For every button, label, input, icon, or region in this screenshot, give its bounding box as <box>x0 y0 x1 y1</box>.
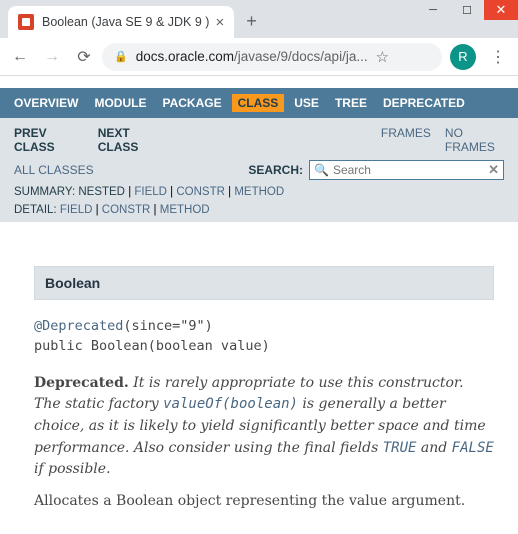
nav-class[interactable]: CLASS <box>232 94 285 112</box>
window-maximize-button[interactable]: ☐ <box>450 0 484 20</box>
method-signature: @Deprecated(since="9") public Boolean(bo… <box>34 316 494 357</box>
tab-title: Boolean (Java SE 9 & JDK 9 ) <box>42 15 209 29</box>
nav-module[interactable]: MODULE <box>94 96 146 110</box>
profile-avatar[interactable]: R <box>450 44 476 70</box>
nav-use[interactable]: USE <box>294 96 319 110</box>
valueof-link[interactable]: valueOf(boolean) <box>163 396 298 412</box>
detail-method[interactable]: METHOD <box>160 204 210 216</box>
javadoc-body: Boolean @Deprecated(since="9") public Bo… <box>0 222 518 524</box>
summary-label: SUMMARY: <box>14 186 75 198</box>
search-box[interactable]: 🔍 ✕ <box>309 160 504 180</box>
summary-constr[interactable]: CONSTR <box>176 186 225 198</box>
true-link[interactable]: TRUE <box>383 440 417 456</box>
reload-button[interactable]: ⟳ <box>70 43 98 71</box>
method-description: Allocates a Boolean object representing … <box>34 491 494 513</box>
frames-link[interactable]: FRAMES <box>381 126 431 154</box>
nav-package[interactable]: PACKAGE <box>162 96 221 110</box>
search-input[interactable] <box>333 163 488 177</box>
forward-button[interactable]: → <box>38 43 66 71</box>
browser-toolbar: ← → ⟳ 🔒 docs.oracle.com/javase/9/docs/ap… <box>0 38 518 76</box>
deprecated-annotation-link[interactable]: @Deprecated <box>34 318 123 334</box>
bookmark-star-icon[interactable]: ☆ <box>376 48 389 66</box>
noframes-link[interactable]: NO FRAMES <box>445 126 504 154</box>
new-tab-button[interactable]: + <box>246 11 257 32</box>
page-content: OVERVIEW MODULE PACKAGE CLASS USE TREE D… <box>0 76 518 524</box>
detail-label: DETAIL: <box>14 204 57 216</box>
deprecation-note: Deprecated. It is rarely appropriate to … <box>34 373 494 481</box>
false-link[interactable]: FALSE <box>452 440 494 456</box>
lock-icon: 🔒 <box>114 50 128 63</box>
summary-nested: NESTED <box>78 186 125 198</box>
browser-menu-button[interactable]: ⋮ <box>484 47 512 67</box>
nav-overview[interactable]: OVERVIEW <box>14 96 78 110</box>
favicon-icon <box>18 14 34 30</box>
nav-tree[interactable]: TREE <box>335 96 367 110</box>
javadoc-top-nav: OVERVIEW MODULE PACKAGE CLASS USE TREE D… <box>0 88 518 118</box>
back-button[interactable]: ← <box>6 43 34 71</box>
search-label: SEARCH: <box>248 163 303 177</box>
summary-field[interactable]: FIELD <box>134 186 167 198</box>
prev-class-link[interactable]: PREV CLASS <box>14 126 84 154</box>
tab-close-button[interactable]: × <box>215 14 224 31</box>
search-clear-button[interactable]: ✕ <box>488 162 499 178</box>
search-icon: 🔍 <box>314 163 329 177</box>
browser-tab[interactable]: Boolean (Java SE 9 & JDK 9 ) × <box>8 6 234 38</box>
detail-constr[interactable]: CONSTR <box>102 204 151 216</box>
address-bar[interactable]: 🔒 docs.oracle.com/javase/9/docs/api/ja..… <box>102 43 442 71</box>
all-classes-link[interactable]: ALL CLASSES <box>14 163 94 177</box>
nav-deprecated[interactable]: DEPRECATED <box>383 96 465 110</box>
window-minimize-button[interactable]: ─ <box>416 0 450 20</box>
window-close-button[interactable]: ✕ <box>484 0 518 20</box>
next-class-link[interactable]: NEXT CLASS <box>98 126 167 154</box>
javadoc-sub-nav: PREV CLASS NEXT CLASS FRAMES NO FRAMES A… <box>0 118 518 222</box>
url-text: docs.oracle.com/javase/9/docs/api/ja... <box>136 49 368 64</box>
method-heading: Boolean <box>34 266 494 300</box>
summary-method[interactable]: METHOD <box>234 186 284 198</box>
detail-field[interactable]: FIELD <box>60 204 93 216</box>
